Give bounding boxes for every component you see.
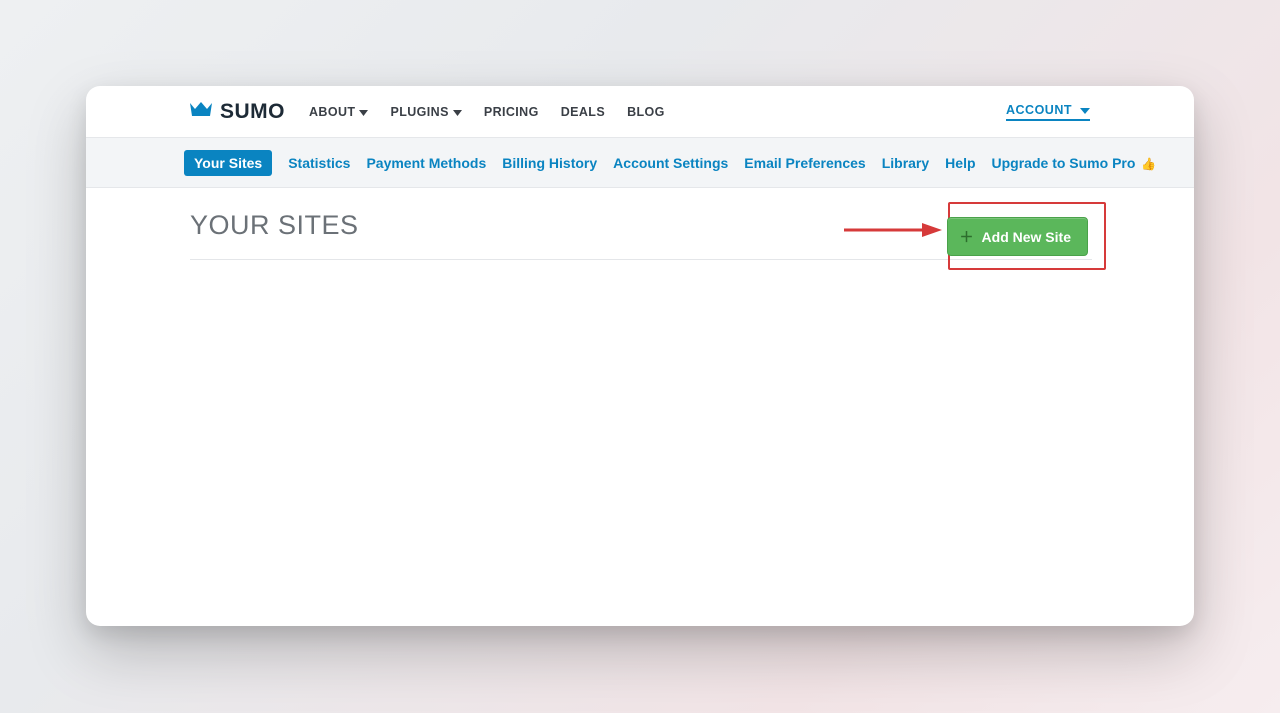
brand-name: SUMO (220, 100, 285, 124)
chevron-down-icon (453, 105, 462, 119)
tab-account-settings[interactable]: Account Settings (613, 155, 728, 171)
tab-email-preferences[interactable]: Email Preferences (744, 155, 865, 171)
nav-label: BLOG (627, 105, 665, 119)
page-content: YOUR SITES ＋ Add New Site (86, 188, 1194, 260)
nav-label: ABOUT (309, 105, 355, 119)
tab-your-sites[interactable]: Your Sites (184, 150, 272, 176)
account-label: ACCOUNT (1006, 103, 1072, 117)
app-window: SUMO ABOUT PLUGINS PRICING DEALS (86, 86, 1194, 626)
tab-payment-methods[interactable]: Payment Methods (366, 155, 486, 171)
tab-library[interactable]: Library (882, 155, 929, 171)
brand-logo[interactable]: SUMO (188, 100, 285, 124)
nav-blog[interactable]: BLOG (627, 105, 665, 119)
nav-deals[interactable]: DEALS (561, 105, 605, 119)
primary-nav: ABOUT PLUGINS PRICING DEALS BLOG (309, 105, 665, 119)
nav-label: DEALS (561, 105, 605, 119)
tab-upgrade-pro[interactable]: Upgrade to Sumo Pro 👍 (992, 155, 1157, 171)
tab-billing-history[interactable]: Billing History (502, 155, 597, 171)
account-subnav: Your Sites Statistics Payment Methods Bi… (86, 138, 1194, 188)
nav-pricing[interactable]: PRICING (484, 105, 539, 119)
crown-icon (188, 100, 214, 123)
tab-statistics[interactable]: Statistics (288, 155, 350, 171)
tab-help[interactable]: Help (945, 155, 975, 171)
thumbs-up-icon: 👍 (1141, 157, 1156, 171)
upgrade-label: Upgrade to Sumo Pro (992, 155, 1136, 171)
chevron-down-icon (359, 105, 368, 119)
nav-label: PRICING (484, 105, 539, 119)
nav-label: PLUGINS (390, 105, 448, 119)
top-navbar: SUMO ABOUT PLUGINS PRICING DEALS (86, 86, 1194, 138)
account-menu[interactable]: ACCOUNT (1006, 103, 1090, 121)
nav-plugins[interactable]: PLUGINS (390, 105, 461, 119)
chevron-down-icon (1080, 103, 1090, 117)
add-new-site-button[interactable]: ＋ Add New Site (947, 217, 1088, 256)
nav-about[interactable]: ABOUT (309, 105, 368, 119)
plus-icon: ＋ (960, 227, 974, 247)
add-button-label: Add New Site (982, 229, 1071, 245)
page-title: YOUR SITES (190, 210, 359, 241)
